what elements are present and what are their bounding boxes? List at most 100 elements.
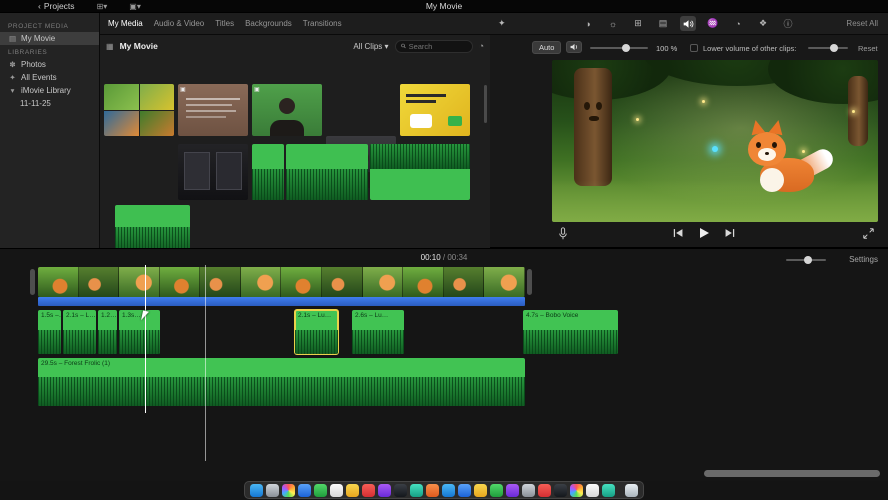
dock-icon[interactable] [298, 483, 311, 497]
media-thumbnail[interactable]: ▣ [178, 84, 248, 136]
audio-clip-selected[interactable]: 2.1s – Lu… [294, 309, 339, 355]
dock-icon[interactable] [410, 483, 423, 497]
clip-filter-icon[interactable]: ❖ [755, 16, 771, 31]
dock-icon[interactable] [378, 483, 391, 497]
dock-icon[interactable] [602, 483, 615, 497]
tab-audio-video[interactable]: Audio & Video [154, 19, 205, 28]
dock-icon[interactable] [330, 483, 343, 497]
sidebar-item-imovie-library[interactable]: ▾ iMovie Library [0, 84, 99, 97]
lower-volume-knob[interactable] [830, 44, 838, 52]
video-clip-filmstrip[interactable] [38, 267, 525, 297]
media-thumbnail[interactable] [178, 144, 248, 200]
sidebar-item-all-events[interactable]: ✦ All Events [0, 71, 99, 84]
trim-handle-right[interactable] [527, 269, 532, 295]
color-correction-icon[interactable]: ☼ [605, 16, 621, 31]
waveform [352, 329, 404, 354]
dock-icon[interactable] [474, 483, 487, 497]
clip-label: 2.1s – Lu… [298, 312, 332, 319]
background-music-clip[interactable]: 29.5s – Forest Frolic (1) [38, 358, 525, 406]
crop-icon[interactable]: ⊞ [630, 16, 646, 31]
enhance-wand-icon[interactable]: ✦ [498, 18, 506, 29]
dock-icon[interactable] [266, 483, 279, 497]
search-box[interactable] [394, 39, 473, 53]
clip-label: 1.5s –… [41, 312, 61, 319]
timecode-display: 00:10 / 00:34 [0, 253, 888, 262]
stabilization-icon[interactable]: ▤ [655, 16, 671, 31]
dock-icon[interactable] [506, 483, 519, 497]
dock-icon[interactable] [362, 483, 375, 497]
audio-clip[interactable]: 2.6s – Lu… [352, 310, 404, 354]
search-input[interactable] [408, 41, 467, 51]
audio-clip[interactable]: 2.1s – L… [63, 310, 96, 354]
clip-label: 1.3s… [122, 312, 141, 319]
media-thumbnail[interactable] [115, 205, 190, 253]
playhead[interactable] [145, 265, 146, 413]
browser-scrollbar[interactable] [484, 85, 487, 123]
speed-icon[interactable]: ◔ [730, 16, 746, 31]
dock-icon[interactable] [554, 483, 567, 497]
play-button[interactable] [698, 227, 710, 239]
voiceover-mic-icon[interactable] [558, 227, 568, 240]
dock-icon[interactable] [570, 483, 583, 497]
waveform [119, 329, 160, 354]
reset-all-button[interactable]: Reset All [846, 19, 878, 28]
media-thumbnail[interactable] [370, 144, 470, 200]
mute-button[interactable] [566, 41, 582, 53]
clip-duration-icon[interactable]: ◔ [479, 41, 484, 51]
video-audio-track[interactable] [38, 297, 525, 306]
clip-filter-dropdown[interactable]: All Clips ▾ [353, 42, 388, 51]
audio-clip[interactable]: 1.5s –… [38, 310, 61, 354]
dock-icon[interactable] [458, 483, 471, 497]
lower-volume-slider[interactable] [808, 44, 848, 52]
volume-icon[interactable] [680, 16, 696, 31]
media-thumbnail[interactable]: ▣ [252, 84, 322, 136]
trim-handle-left[interactable] [30, 269, 35, 295]
reset-button[interactable]: Reset [858, 44, 878, 53]
color-balance-icon[interactable]: ◑ [580, 16, 596, 31]
lower-volume-checkbox[interactable] [690, 44, 698, 52]
dock-icon[interactable] [250, 483, 263, 497]
media-thumbnail[interactable] [286, 144, 368, 200]
media-thumbnail[interactable] [104, 84, 174, 136]
sidebar-item-my-movie[interactable]: ▤ My Movie [0, 32, 99, 45]
skip-forward-button[interactable] [724, 228, 735, 238]
dock-icon[interactable] [394, 483, 407, 497]
auto-volume-button[interactable]: Auto [532, 41, 562, 54]
tab-my-media[interactable]: My Media [108, 19, 143, 28]
timeline-zoom-knob[interactable] [804, 256, 812, 264]
dock-icon[interactable] [538, 483, 551, 497]
sidebar-item-photos[interactable]: ✽ Photos [0, 58, 99, 71]
dock-icon[interactable] [314, 483, 327, 497]
volume-slider[interactable] [590, 44, 648, 52]
dock-icon[interactable] [346, 483, 359, 497]
audio-clip[interactable]: 1.2… [98, 310, 117, 354]
dock-icon[interactable] [522, 483, 535, 497]
thumbnail-view-icon[interactable]: ▦ [106, 42, 114, 51]
info-icon[interactable]: ⓘ [780, 16, 796, 31]
noise-reduction-icon[interactable]: ♒ [705, 16, 721, 31]
media-thumbnail[interactable] [400, 84, 470, 136]
audio-clip[interactable]: 4.7s – Bobo Voice [523, 310, 618, 354]
tab-transitions[interactable]: Transitions [303, 19, 342, 28]
filmstrip-frame [240, 267, 282, 297]
media-thumbnail[interactable] [252, 144, 284, 200]
timeline-horizontal-scrollbar[interactable] [704, 470, 880, 477]
timeline-settings-button[interactable]: Settings [849, 255, 878, 264]
filmstrip-frame [78, 267, 120, 297]
sidebar-item-event-11-11-25[interactable]: 11-11-25 [0, 97, 99, 110]
fullscreen-icon[interactable] [863, 228, 874, 239]
collage-frame [104, 84, 139, 110]
timeline-zoom-slider[interactable] [786, 256, 826, 264]
tab-backgrounds[interactable]: Backgrounds [245, 19, 292, 28]
dock-icon[interactable] [426, 483, 439, 497]
lower-volume-label: Lower volume of other clips: [703, 44, 797, 53]
skip-back-button[interactable] [673, 228, 684, 238]
dock-icon[interactable] [282, 483, 295, 497]
tab-titles[interactable]: Titles [215, 19, 234, 28]
volume-slider-knob[interactable] [622, 44, 630, 52]
dock-icon[interactable] [442, 483, 455, 497]
audio-clip[interactable]: 1.3s… [119, 310, 160, 354]
dock-icon[interactable] [490, 483, 503, 497]
dock-trash-icon[interactable] [625, 483, 638, 497]
dock-icon[interactable] [586, 483, 599, 497]
